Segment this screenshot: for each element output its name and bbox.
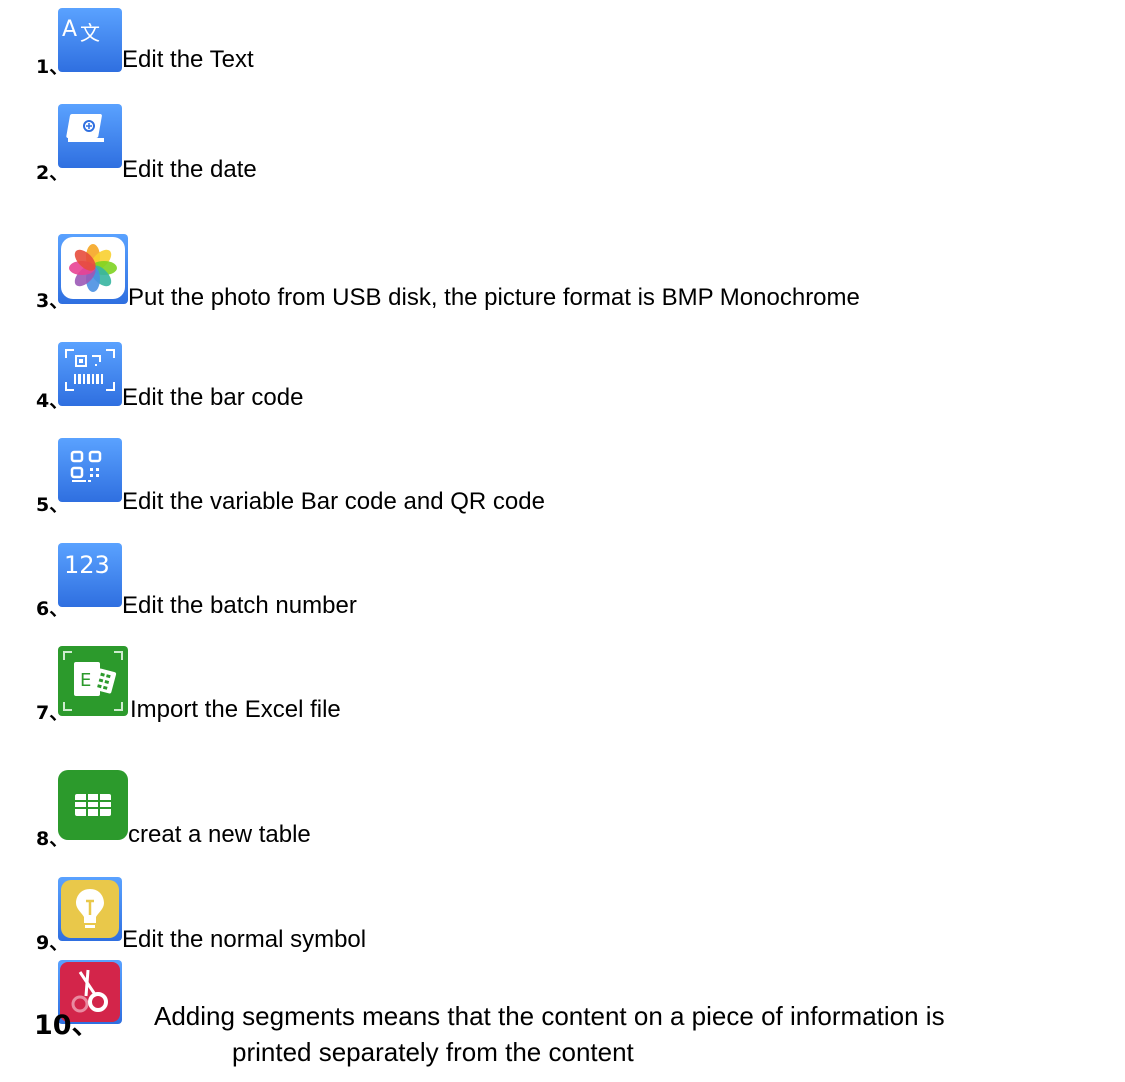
- item-label: Edit the bar code: [122, 384, 304, 411]
- item-number: 10、: [34, 1010, 99, 1041]
- photos-icon: [58, 234, 128, 304]
- item-label-line1: Adding segments means that the content o…: [154, 1001, 945, 1031]
- item-label: Put the photo from USB disk, the picture…: [128, 284, 860, 311]
- item-label: Edit the batch number: [122, 592, 357, 619]
- item-label: Edit the date: [122, 156, 257, 183]
- item-number: 5、: [36, 494, 69, 516]
- svg-text:E: E: [80, 670, 91, 691]
- svg-text:文: 文: [80, 21, 100, 45]
- item-number: 1、: [36, 56, 69, 78]
- item-number: 2、: [36, 162, 69, 184]
- item-label: creat a new table: [128, 821, 311, 848]
- item-number: 3、: [36, 290, 69, 312]
- svg-text:A: A: [62, 17, 77, 42]
- item-label: Edit the variable Bar code and QR code: [122, 488, 545, 515]
- item-label: Edit the Text: [122, 46, 254, 73]
- table-icon: [58, 770, 128, 840]
- item-number: 4、: [36, 390, 69, 412]
- item-number: 8、: [36, 828, 69, 850]
- item-number: 7、: [36, 702, 69, 724]
- qr-code-icon: [58, 438, 122, 502]
- item-label: Edit the normal symbol: [122, 926, 367, 953]
- excel-import-icon: E: [58, 646, 128, 716]
- item-label: Adding segments means that the content o…: [154, 998, 1054, 1070]
- item-number: 6、: [36, 598, 69, 620]
- item-label-line2: printed separately from the content: [232, 1037, 634, 1067]
- item-number: 9、: [36, 932, 69, 954]
- svg-text:123: 123: [64, 551, 110, 579]
- item-label: Import the Excel file: [130, 696, 341, 723]
- calendar-date-icon: [58, 104, 122, 168]
